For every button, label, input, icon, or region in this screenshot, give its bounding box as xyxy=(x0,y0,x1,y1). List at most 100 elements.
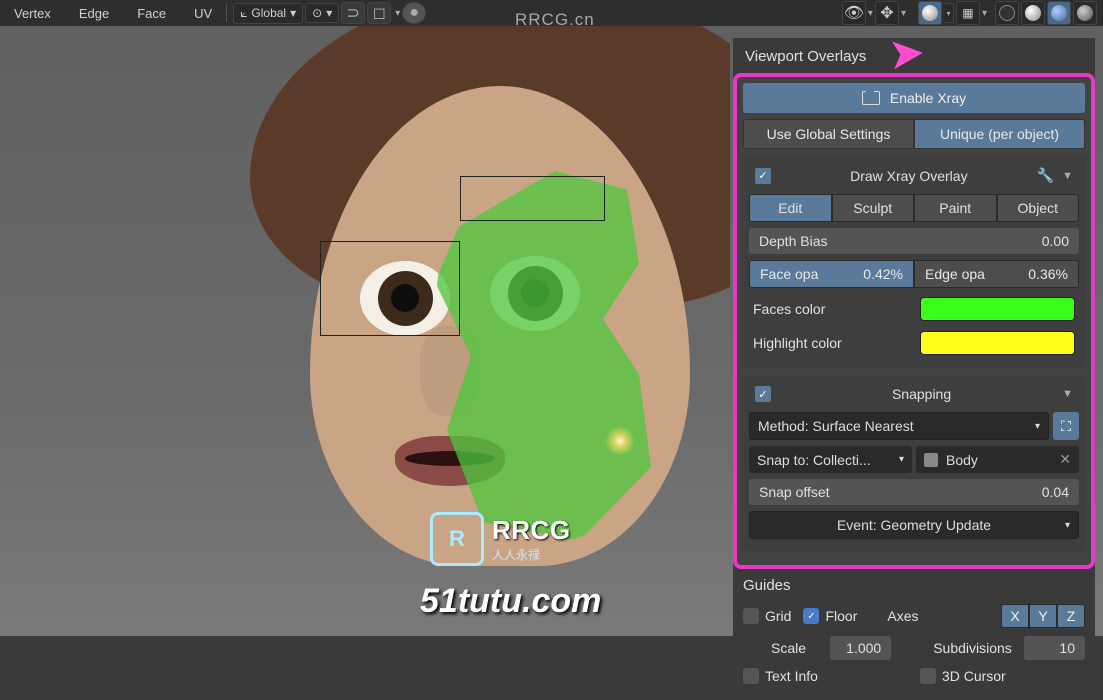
axis-y-button[interactable]: Y xyxy=(1029,604,1057,628)
highlighted-settings-box: Enable Xray Use Global Settings Unique (… xyxy=(733,73,1095,569)
panel-title: Viewport Overlays xyxy=(733,38,1095,73)
shading-solid[interactable] xyxy=(1021,1,1045,25)
circle-icon: ◻ xyxy=(373,3,386,23)
tab-edit[interactable]: Edit xyxy=(749,194,832,222)
guides-row-3: Text Info 3D Cursor xyxy=(743,668,1085,684)
proportional-edit[interactable]: ◻ xyxy=(367,2,391,24)
depth-bias-value: 0.00 xyxy=(1042,233,1069,249)
draw-xray-checkbox[interactable]: ✓ xyxy=(755,168,771,184)
event-dropdown[interactable]: Event: Geometry Update ▾ xyxy=(749,511,1079,539)
chevron-down-icon[interactable]: ▾ xyxy=(868,8,873,19)
watermark-subtitle: 人人永禄 xyxy=(492,546,571,563)
xray-toggle[interactable]: ▦ xyxy=(956,1,980,25)
snapping-checkbox[interactable]: ✓ xyxy=(755,386,771,402)
chevron-down-icon[interactable]: ▾ xyxy=(982,8,987,19)
chevron-down-icon: ▾ xyxy=(899,454,904,465)
watermark-url-bottom: 51tutu.com xyxy=(420,582,601,621)
cursor-3d-label: 3D Cursor xyxy=(942,668,1006,684)
tab-object[interactable]: Object xyxy=(997,194,1080,222)
watermark-brand: RRCG xyxy=(492,515,571,546)
model-preview xyxy=(100,26,720,636)
axis-x-button[interactable]: X xyxy=(1001,604,1029,628)
orientation-dropdown[interactable]: ⟀ Global ▾ xyxy=(233,3,303,24)
subdivisions-label: Subdivisions xyxy=(933,640,1012,656)
snap-offset-label: Snap offset xyxy=(759,484,830,500)
edge-opa-label: Edge opa xyxy=(925,266,985,282)
event-label: Event: Geometry Update xyxy=(837,517,991,533)
snap-offset-field[interactable]: Snap offset 0.04 xyxy=(749,479,1079,505)
tab-sculpt[interactable]: Sculpt xyxy=(832,194,915,222)
axis-z-button[interactable]: Z xyxy=(1057,604,1085,628)
watermark-center: R RRCG 人人永禄 xyxy=(430,512,571,566)
floor-toggle[interactable]: ✓ Floor xyxy=(803,608,857,624)
shading-material[interactable] xyxy=(1047,1,1071,25)
grid-checkbox[interactable] xyxy=(743,608,759,624)
header-btn-extra[interactable]: ● xyxy=(402,2,426,24)
draw-xray-header[interactable]: ✓ Draw Xray Overlay 🔧 ▼ xyxy=(749,163,1079,188)
face-opa-value: 0.42% xyxy=(863,266,903,282)
text-info-checkbox[interactable] xyxy=(743,668,759,684)
snap-to-dropdown[interactable]: Snap to: Collecti... ▾ xyxy=(749,446,912,473)
orientation-icon: ⟀ xyxy=(240,6,247,21)
chevron-down-icon: ▾ xyxy=(1035,421,1040,432)
method-expand-button[interactable]: ⛶ xyxy=(1053,412,1079,440)
axis-buttons: X Y Z xyxy=(1001,604,1085,628)
use-global-settings-button[interactable]: Use Global Settings xyxy=(743,119,914,149)
chevron-down-icon[interactable]: ▼ xyxy=(1062,170,1073,182)
edge-opacity-field[interactable]: Edge opa 0.36% xyxy=(914,260,1079,288)
chevron-down-icon[interactable]: ▼ xyxy=(1062,388,1073,400)
cursor-3d-checkbox[interactable] xyxy=(920,668,936,684)
cursor-3d-toggle[interactable]: 3D Cursor xyxy=(920,668,1006,684)
snap-to-label: Snap to: Collecti... xyxy=(757,452,871,468)
xray-icon: ▦ xyxy=(962,6,973,20)
lens-flare xyxy=(605,426,635,456)
faces-color-row: Faces color xyxy=(749,294,1079,324)
highlight-color-swatch[interactable] xyxy=(920,331,1075,355)
snap-target-field[interactable]: Body ✕ xyxy=(916,446,1079,473)
method-label: Method: Surface Nearest xyxy=(758,418,914,434)
solid-shading-icon xyxy=(1025,5,1041,21)
guides-title: Guides xyxy=(743,577,1085,594)
viewport-3d[interactable] xyxy=(0,26,730,636)
chevron-down-icon: ▾ xyxy=(290,6,296,20)
overlay-toggle[interactable] xyxy=(918,1,942,25)
mesh-icon xyxy=(924,453,938,467)
visibility-toggle[interactable]: 👁 xyxy=(842,1,866,25)
guides-section: Guides Grid ✓ Floor Axes X Y Z Scale 1.0… xyxy=(733,569,1095,700)
method-dropdown[interactable]: Method: Surface Nearest ▾ xyxy=(749,412,1049,440)
overlay-dropdown-arrow[interactable]: ▾ xyxy=(944,3,954,23)
rendered-shading-icon xyxy=(1077,5,1093,21)
pivot-dropdown[interactable]: ⊙ ▾ xyxy=(305,3,339,23)
text-info-toggle[interactable]: Text Info xyxy=(743,668,818,684)
selection-rect-2 xyxy=(320,241,460,336)
close-icon[interactable]: ✕ xyxy=(1059,451,1071,468)
mode-uv[interactable]: UV xyxy=(186,3,220,24)
gizmo-icon: ✥ xyxy=(880,3,893,23)
shading-rendered[interactable] xyxy=(1073,1,1097,25)
unique-per-object-button[interactable]: Unique (per object) xyxy=(914,119,1085,149)
scale-field[interactable]: 1.000 xyxy=(830,636,891,660)
mode-edge[interactable]: Edge xyxy=(71,3,117,24)
enable-xray-label: Enable Xray xyxy=(890,90,966,106)
face-opa-label: Face opa xyxy=(760,266,818,282)
shading-wireframe[interactable] xyxy=(995,1,1019,25)
chevron-down-icon[interactable]: ▾ xyxy=(901,8,906,19)
depth-bias-field[interactable]: Depth Bias 0.00 xyxy=(749,228,1079,254)
chevron-down-icon[interactable]: ▾ xyxy=(395,8,400,19)
face-opacity-field[interactable]: Face opa 0.42% xyxy=(749,260,914,288)
subdivisions-field[interactable]: 10 xyxy=(1024,636,1085,660)
tab-paint[interactable]: Paint xyxy=(914,194,997,222)
wrench-icon[interactable]: 🔧 xyxy=(1037,167,1054,184)
floor-checkbox[interactable]: ✓ xyxy=(803,608,819,624)
guides-row-1: Grid ✓ Floor Axes X Y Z xyxy=(743,604,1085,628)
mode-vertex[interactable]: Vertex xyxy=(6,3,59,24)
gizmo-toggle[interactable]: ✥ xyxy=(875,1,899,25)
snapping-header[interactable]: ✓ Snapping ▼ xyxy=(749,382,1079,406)
grid-toggle[interactable]: Grid xyxy=(743,608,791,624)
dot-icon: ● xyxy=(409,4,419,22)
snap-toggle[interactable]: ⊃ xyxy=(341,2,365,24)
faces-color-swatch[interactable] xyxy=(920,297,1075,321)
viewport-overlays-panel: Viewport Overlays Enable Xray Use Global… xyxy=(733,38,1095,700)
mode-face[interactable]: Face xyxy=(129,3,174,24)
enable-xray-button[interactable]: Enable Xray xyxy=(743,83,1085,113)
